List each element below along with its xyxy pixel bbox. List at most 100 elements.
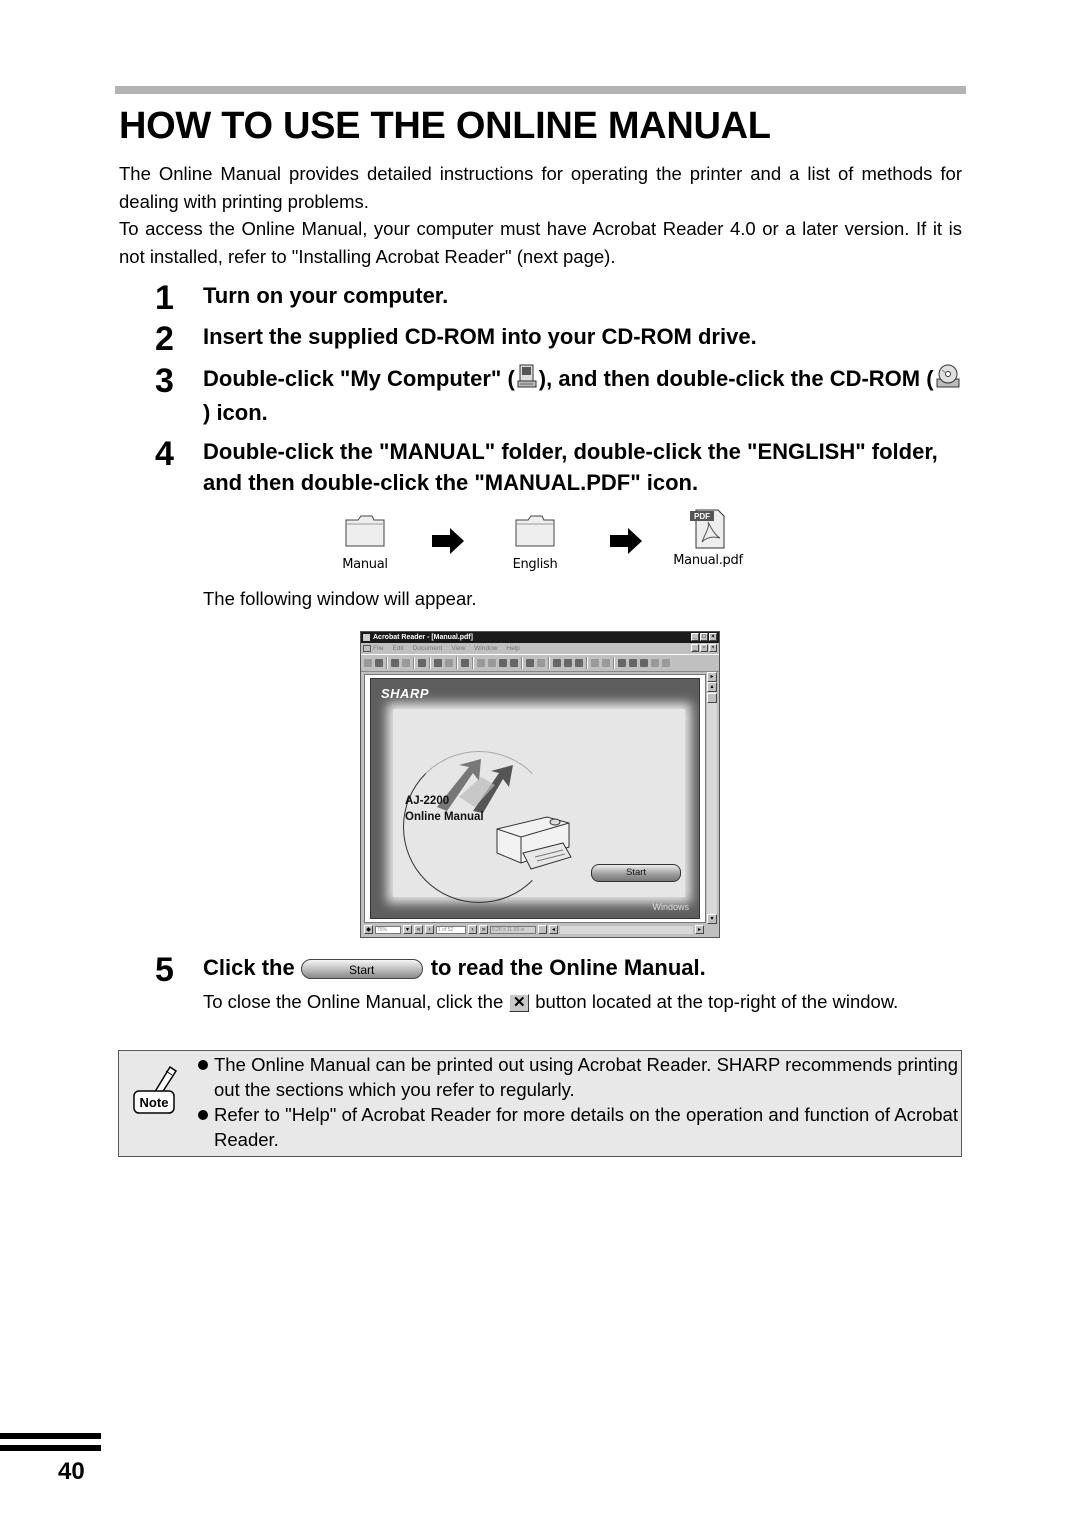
next-page-button[interactable]: › bbox=[468, 925, 477, 934]
flow-item-manual[interactable]: Manual bbox=[325, 512, 405, 572]
page-field[interactable]: 1 of 52 bbox=[436, 925, 466, 934]
menu-help[interactable]: Help bbox=[506, 643, 519, 654]
step-number: 2 bbox=[155, 320, 174, 358]
previous-page-icon[interactable] bbox=[488, 659, 496, 667]
scroll-page-icon[interactable]: ▸ bbox=[707, 672, 717, 682]
flow-item-manual-pdf[interactable]: PDF Manual.pdf bbox=[668, 506, 748, 568]
footer-rule bbox=[0, 1445, 101, 1451]
open-icon[interactable] bbox=[391, 659, 399, 667]
close-instructions: To close the Online Manual, click the ✕ bu… bbox=[203, 988, 961, 1016]
pdf-file-icon: PDF bbox=[686, 509, 730, 554]
previous-page-button[interactable]: ‹ bbox=[425, 925, 434, 934]
step-text-part: Click the bbox=[203, 955, 295, 980]
cover-start-button[interactable]: Start bbox=[591, 864, 681, 882]
step-text: Insert the supplied CD-ROM into your CD-… bbox=[203, 324, 757, 349]
menu-view[interactable]: View bbox=[451, 643, 465, 654]
next-highlight-icon[interactable] bbox=[662, 659, 670, 667]
actual-size-icon[interactable] bbox=[553, 659, 561, 667]
step-text: Double-click the "MANUAL" folder, double… bbox=[203, 439, 938, 495]
search-icon[interactable] bbox=[629, 659, 637, 667]
find-icon[interactable] bbox=[618, 659, 626, 667]
toolbar bbox=[361, 654, 719, 672]
folder-icon bbox=[514, 515, 556, 552]
menu-file[interactable]: File bbox=[373, 643, 383, 654]
maximize-button[interactable]: □ bbox=[700, 633, 708, 641]
rotate-right-icon[interactable] bbox=[602, 659, 610, 667]
horizontal-scrollbar[interactable] bbox=[560, 925, 693, 934]
flow-item-label: English bbox=[512, 557, 558, 572]
svg-text:PDF: PDF bbox=[694, 512, 710, 521]
window-title: Acrobat Reader - [Manual.pdf] bbox=[373, 634, 473, 641]
fit-width-icon[interactable] bbox=[575, 659, 583, 667]
status-bar: ◆ 75% ▾ « ‹ 1 of 52 › » 8.26 x 11.69 in … bbox=[364, 924, 704, 935]
step-number: 3 bbox=[155, 362, 174, 400]
flow-item-english[interactable]: English bbox=[495, 512, 575, 572]
step-text-part: ), and then double-click the CD-ROM ( bbox=[538, 366, 934, 391]
platform-label: Windows bbox=[652, 902, 689, 912]
flow-item-label: Manual.pdf bbox=[673, 553, 743, 568]
fit-page-icon[interactable] bbox=[564, 659, 572, 667]
show-hide-icon[interactable] bbox=[418, 659, 426, 667]
go-back-icon[interactable] bbox=[526, 659, 534, 667]
scroll-left-icon[interactable]: ◂ bbox=[549, 925, 558, 934]
next-page-icon[interactable] bbox=[499, 659, 507, 667]
last-page-button[interactable]: » bbox=[479, 925, 488, 934]
scroll-thumb[interactable] bbox=[707, 693, 717, 703]
go-forward-icon[interactable] bbox=[537, 659, 545, 667]
scroll-right-icon[interactable]: ▸ bbox=[695, 925, 704, 934]
app-icon bbox=[363, 634, 370, 641]
zoom-tool-icon[interactable] bbox=[445, 659, 453, 667]
note-list: The Online Manual can be printed out usi… bbox=[196, 1052, 958, 1152]
header-rule bbox=[115, 86, 966, 94]
folder-flow: Manual English PDF Manual.pdf bbox=[330, 509, 770, 582]
close-x-icon[interactable]: ✕ bbox=[509, 994, 530, 1013]
minimize-button[interactable]: _ bbox=[691, 633, 699, 641]
doc-restore-button[interactable]: ▫ bbox=[700, 644, 708, 652]
previous-highlight-icon[interactable] bbox=[651, 659, 659, 667]
note-item: The Online Manual can be printed out usi… bbox=[196, 1052, 958, 1102]
page-number: 40 bbox=[58, 1458, 85, 1485]
page-layout-icon[interactable] bbox=[538, 925, 547, 934]
note-box: Note The Online Manual can be printed ou… bbox=[118, 1050, 962, 1157]
first-page-icon[interactable] bbox=[477, 659, 485, 667]
intro-paragraph: To access the Online Manual, your comput… bbox=[119, 218, 962, 267]
zoom-dropdown-icon[interactable]: ▾ bbox=[403, 925, 412, 934]
first-page-button[interactable]: « bbox=[414, 925, 423, 934]
vertical-scrollbar[interactable]: ▸ ▴ ▾ bbox=[707, 672, 717, 924]
arrow-right-icon bbox=[610, 528, 642, 559]
step-text: Click the Start to read the Online Manual. bbox=[203, 952, 963, 983]
pdf-page: SHARP AJ-2200 Online Manual Start Window… bbox=[370, 678, 700, 919]
hand-tool-icon[interactable] bbox=[434, 659, 442, 667]
menu-edit[interactable]: Edit bbox=[392, 643, 403, 654]
footer-rule bbox=[0, 1433, 101, 1439]
print-icon[interactable] bbox=[402, 659, 410, 667]
navigation-pane-icon[interactable] bbox=[364, 659, 372, 667]
globe-icon[interactable] bbox=[375, 659, 383, 667]
close-text: button located at the top-right of the w… bbox=[535, 991, 899, 1012]
start-button[interactable]: Start bbox=[300, 959, 423, 980]
scroll-up-icon[interactable]: ▴ bbox=[707, 682, 717, 692]
menu-window[interactable]: Window bbox=[474, 643, 497, 654]
doc-minimize-button[interactable]: _ bbox=[691, 644, 699, 652]
step-text: Double-click "My Computer" (), and then … bbox=[203, 363, 963, 428]
step-number: 5 bbox=[155, 951, 174, 989]
document-view: SHARP AJ-2200 Online Manual Start Window… bbox=[364, 674, 706, 923]
cd-rom-icon bbox=[936, 363, 960, 397]
zoom-field[interactable]: 75% bbox=[375, 925, 401, 934]
last-page-icon[interactable] bbox=[510, 659, 518, 667]
model-name: AJ-2200 bbox=[405, 795, 450, 807]
printer-illustration bbox=[496, 816, 572, 870]
scroll-down-icon[interactable]: ▾ bbox=[707, 914, 717, 924]
step-text-part: to read the Online Manual. bbox=[430, 955, 706, 980]
menu-document[interactable]: Document bbox=[413, 643, 443, 654]
text-select-icon[interactable] bbox=[461, 659, 469, 667]
close-button[interactable]: × bbox=[709, 633, 717, 641]
page-size-field: 8.26 x 11.69 in bbox=[490, 925, 536, 934]
page-title: HOW TO USE THE ONLINE MANUAL bbox=[119, 105, 771, 147]
page-nav-icon[interactable]: ◆ bbox=[364, 925, 373, 934]
rotate-left-icon[interactable] bbox=[591, 659, 599, 667]
doc-close-button[interactable]: × bbox=[709, 644, 717, 652]
note-icon: Note bbox=[132, 1065, 180, 1122]
search-results-icon[interactable] bbox=[640, 659, 648, 667]
acrobat-window: Acrobat Reader - [Manual.pdf] _ □ × File… bbox=[360, 631, 720, 938]
